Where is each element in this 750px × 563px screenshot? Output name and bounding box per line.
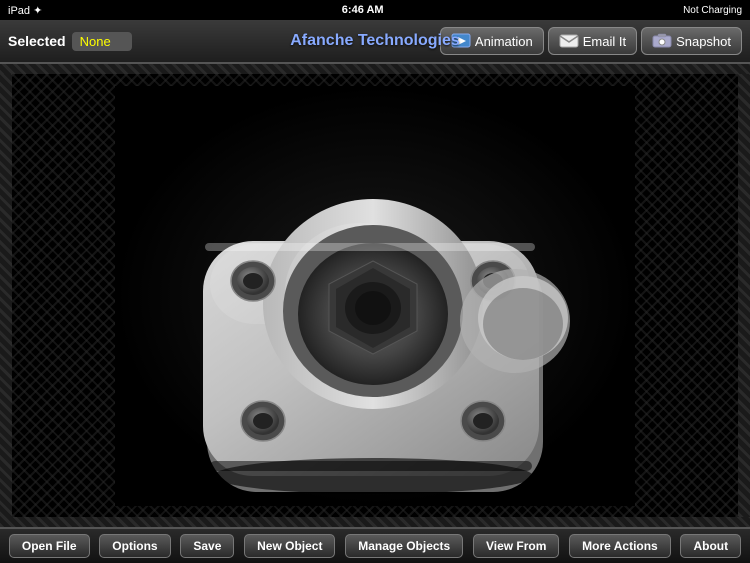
selected-area: Selected None: [8, 32, 132, 51]
options-button[interactable]: Options: [99, 534, 170, 558]
top-border: [0, 64, 750, 74]
3d-viewport[interactable]: [0, 64, 750, 527]
open-file-button[interactable]: Open File: [9, 534, 90, 558]
status-bar: iPad ✦ 6:46 AM Not Charging: [0, 0, 750, 20]
status-right: Not Charging: [683, 5, 742, 16]
manage-objects-button[interactable]: Manage Objects: [345, 534, 463, 558]
3d-model: [115, 86, 635, 506]
selected-value: None: [72, 32, 132, 51]
app-title: Afanche Technologies: [290, 32, 460, 50]
model-container: [0, 64, 750, 527]
status-left: iPad ✦: [8, 4, 42, 17]
toolbar: Selected None Afanche Technologies Anima…: [0, 20, 750, 64]
save-button[interactable]: Save: [180, 534, 234, 558]
snapshot-icon: [652, 32, 672, 50]
right-border: [738, 64, 750, 527]
snapshot-button[interactable]: Snapshot: [641, 27, 742, 55]
left-border: [0, 64, 12, 527]
bottom-border: [0, 517, 750, 527]
device-label: iPad ✦: [8, 4, 42, 17]
email-button[interactable]: Email It: [548, 27, 637, 55]
bottom-toolbar: Open File Options Save New Object Manage…: [0, 527, 750, 563]
animation-label: Animation: [475, 34, 533, 49]
selected-label: Selected: [8, 33, 66, 49]
view-from-button[interactable]: View From: [473, 534, 559, 558]
status-time: 6:46 AM: [342, 4, 384, 16]
about-button[interactable]: About: [680, 534, 741, 558]
toolbar-actions: Animation Email It Snapshot: [440, 27, 742, 55]
new-object-button[interactable]: New Object: [244, 534, 335, 558]
more-actions-button[interactable]: More Actions: [569, 534, 671, 558]
snapshot-label: Snapshot: [676, 34, 731, 49]
email-label: Email It: [583, 34, 626, 49]
email-icon: [559, 32, 579, 50]
